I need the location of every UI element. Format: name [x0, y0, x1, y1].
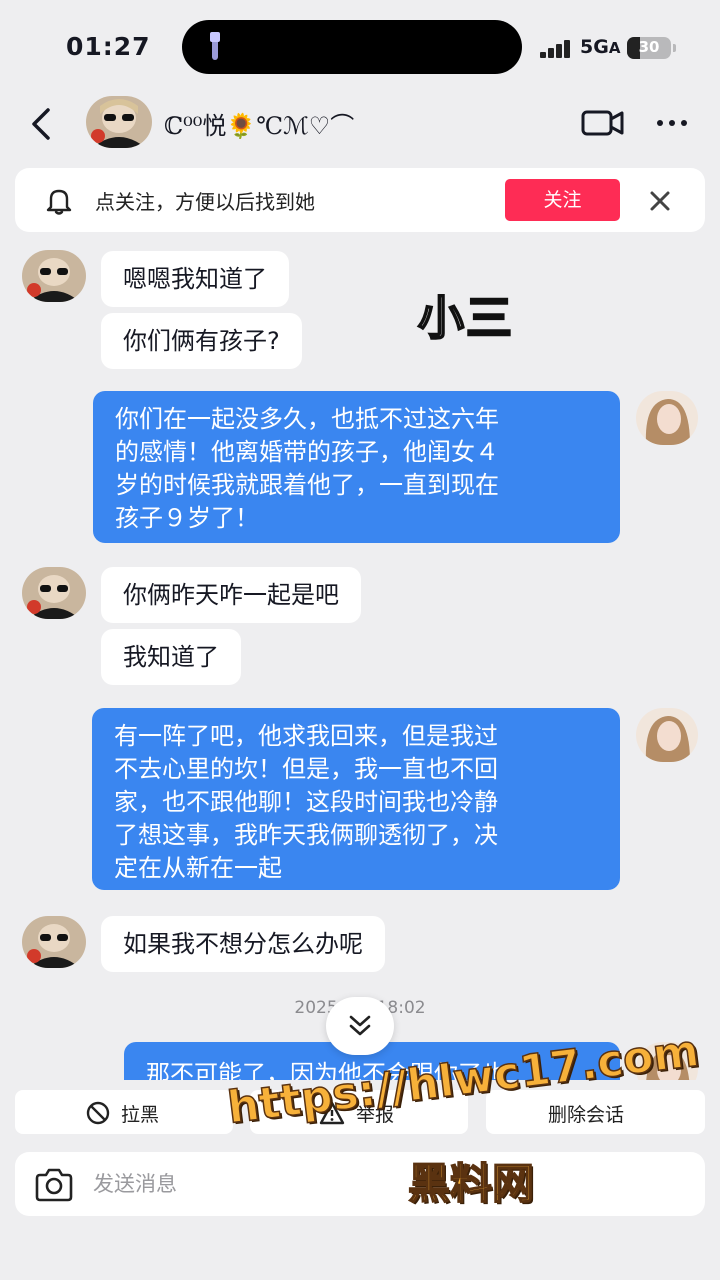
- follow-banner: 点关注，方便以后找到她 关注: [15, 168, 705, 232]
- follow-button[interactable]: 关注: [505, 179, 620, 221]
- camera-icon[interactable]: [33, 1167, 75, 1203]
- contact-nickname[interactable]: ℂ⁰⁰悦🌻℃ℳ♡⌒: [164, 106, 354, 141]
- video-call-icon[interactable]: [580, 106, 626, 140]
- scroll-to-bottom-button[interactable]: [326, 997, 394, 1055]
- message-bubble-outgoing[interactable]: 有一阵了吧，他求我回来，但是我过 不去心里的坎！但是，我一直也不回 家，也不跟他…: [92, 708, 620, 890]
- message-bubble-incoming[interactable]: 我知道了: [101, 629, 241, 685]
- message-list[interactable]: 嗯嗯我知道了 你们俩有孩子? 小三 你们在一起没多久，也抵不过这六年 的感情！他…: [0, 240, 720, 1080]
- double-chevron-down-icon: [349, 1015, 371, 1036]
- status-bar: 01:27 5GA 30: [0, 0, 720, 90]
- message-bubble-incoming[interactable]: 如果我不想分怎么办呢: [101, 916, 385, 972]
- user-avatar[interactable]: [636, 391, 698, 445]
- chat-header: ℂ⁰⁰悦🌻℃ℳ♡⌒: [0, 90, 720, 156]
- user-avatar[interactable]: [636, 708, 698, 762]
- contact-avatar-small[interactable]: [22, 916, 86, 968]
- clock: 01:27: [66, 32, 151, 61]
- contact-avatar-small[interactable]: [22, 250, 86, 302]
- follow-prompt-text: 点关注，方便以后找到她: [95, 190, 315, 214]
- block-button[interactable]: 拉黑: [15, 1090, 233, 1134]
- message-composer: [15, 1152, 705, 1216]
- bell-icon: [46, 189, 72, 215]
- message-bubble-incoming[interactable]: 嗯嗯我知道了: [101, 251, 289, 307]
- contact-avatar[interactable]: [86, 96, 152, 148]
- overlay-caption: 小三: [417, 290, 514, 346]
- close-icon[interactable]: [645, 186, 675, 216]
- watermark-site-name: 黑料网: [407, 1158, 535, 1209]
- dynamic-island: [182, 20, 522, 74]
- message-bubble-outgoing[interactable]: 你们在一起没多久，也抵不过这六年 的感情！他离婚带的孩子，他闺女４ 岁的时候我就…: [93, 391, 620, 543]
- back-arrow-icon[interactable]: [26, 104, 60, 144]
- message-bubble-incoming[interactable]: 你俩昨天咋一起是吧: [101, 567, 361, 623]
- flashlight-icon: [210, 32, 220, 62]
- block-icon: [86, 1101, 110, 1125]
- signal-icon: [540, 38, 574, 58]
- more-icon[interactable]: [652, 106, 692, 140]
- battery-icon: 30: [627, 37, 676, 59]
- network-label: 5GA: [580, 36, 621, 58]
- message-bubble-incoming[interactable]: 你们俩有孩子?: [101, 313, 302, 369]
- contact-avatar-small[interactable]: [22, 567, 86, 619]
